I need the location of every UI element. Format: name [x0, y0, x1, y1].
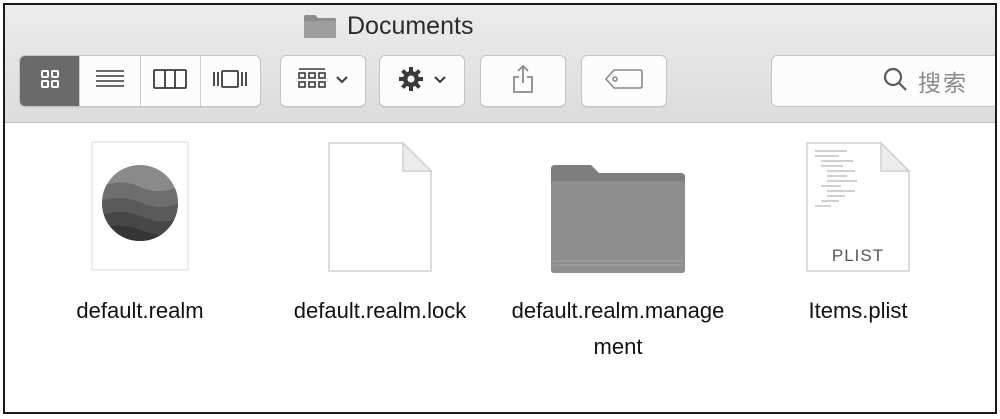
file-name: default.realm.management	[511, 298, 725, 359]
file-grid: default.realm default.realm.lock default…	[5, 123, 995, 412]
search-placeholder: 搜索	[918, 70, 968, 96]
realm-document-icon	[25, 141, 255, 281]
action-button[interactable]	[379, 55, 465, 107]
chevron-down-icon	[433, 72, 447, 90]
cover-flow-view-button[interactable]	[201, 56, 260, 106]
blank-document-icon	[265, 141, 495, 281]
folder-icon	[503, 141, 733, 281]
chevron-down-icon	[335, 72, 349, 90]
icon-view-icon	[39, 68, 61, 95]
search-field[interactable]: 搜索	[771, 55, 995, 107]
share-icon	[511, 64, 535, 99]
arrange-grid-icon	[297, 67, 327, 96]
share-button[interactable]	[480, 55, 566, 107]
window-title: Documents	[303, 9, 473, 43]
file-name: default.realm.lock	[293, 298, 467, 323]
tag-icon	[604, 68, 644, 95]
column-view-button[interactable]	[141, 56, 201, 106]
icon-view-button[interactable]	[20, 56, 81, 106]
search-icon	[882, 66, 908, 97]
window-title-text: Documents	[347, 11, 474, 40]
folder-icon	[303, 13, 337, 39]
tags-button[interactable]	[581, 55, 667, 107]
view-mode-control	[19, 55, 261, 107]
list-view-button[interactable]	[80, 56, 141, 106]
finder-window: Documents 搜索 default.realm default.realm…	[3, 3, 997, 414]
search-input[interactable]: 搜索	[882, 56, 968, 106]
file-name: default.realm	[76, 298, 204, 323]
file-name: Items.plist	[808, 298, 908, 323]
list-view-icon	[95, 68, 125, 95]
group-by-button[interactable]	[280, 55, 366, 107]
column-view-icon	[153, 68, 188, 95]
gear-icon	[397, 65, 425, 98]
toolbar: Documents 搜索	[5, 5, 995, 123]
cover-flow-icon	[212, 68, 248, 95]
plist-badge: PLIST	[831, 246, 885, 265]
